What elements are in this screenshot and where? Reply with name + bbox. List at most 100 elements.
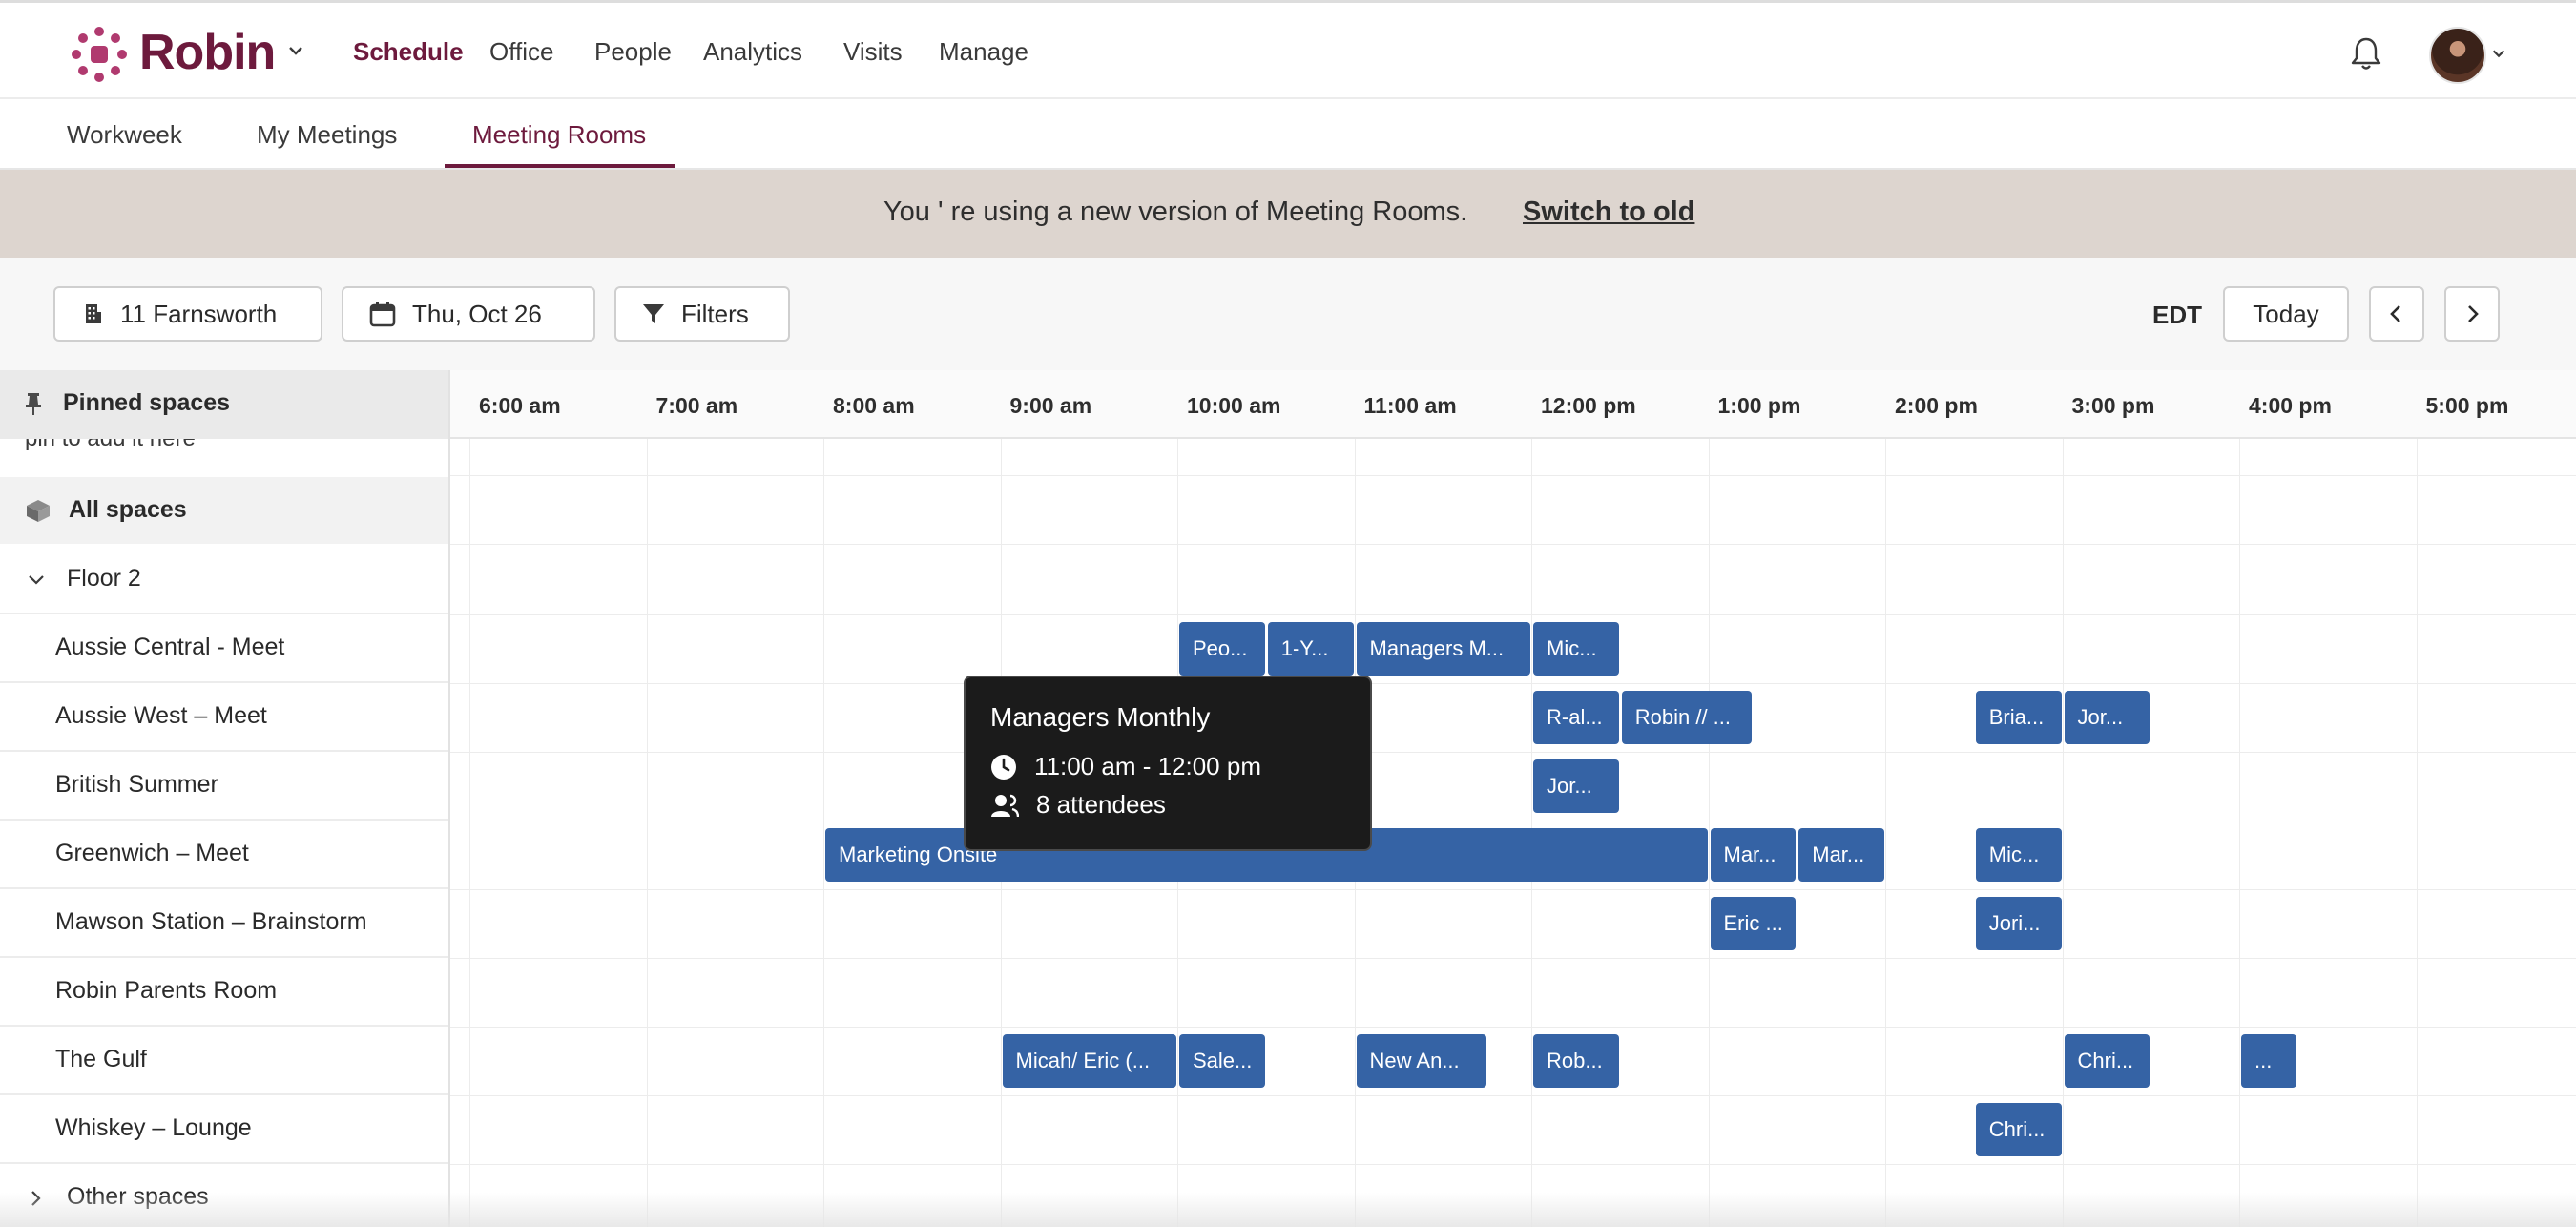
hour-label: 12:00 pm — [1541, 393, 1636, 418]
meeting-event[interactable]: Mic... — [1533, 622, 1619, 676]
room-row[interactable]: Aussie Central - Meet — [0, 614, 448, 683]
meeting-event[interactable]: Eric ... — [1710, 897, 1797, 950]
timeline-grid: 6:00 am 7:00 am 8:00 am 9:00 am 10:00 am 11:0… — [450, 370, 2576, 1227]
meeting-event[interactable]: Chri... — [1975, 1103, 2062, 1156]
meeting-event[interactable]: Mar... — [1710, 828, 1797, 882]
tab-meeting-rooms[interactable]: Meeting Rooms — [472, 120, 646, 150]
toolbar: 11 Farnsworth Thu, Oct 26 Filters EDT To… — [0, 258, 2576, 370]
chevron-right-icon — [2468, 305, 2479, 322]
nav-analytics[interactable]: Analytics — [703, 37, 802, 67]
hour-gridline — [823, 439, 824, 1227]
meeting-event[interactable]: Jor... — [1533, 759, 1619, 813]
timezone-label: EDT — [2152, 301, 2202, 329]
schedule-tabs: Workweek My Meetings Meeting Rooms — [0, 99, 2576, 170]
room-row[interactable]: Aussie West – Meet — [0, 683, 448, 752]
room-name: Whiskey – Lounge — [55, 1114, 252, 1141]
meeting-event[interactable]: Sale... — [1179, 1034, 1265, 1088]
room-row[interactable]: British Summer — [0, 752, 448, 821]
notification-bell-icon[interactable] — [2349, 35, 2383, 72]
tooltip-time: 11:00 am - 12:00 pm — [1034, 752, 1261, 780]
hour-gridline — [646, 439, 648, 1227]
room-row[interactable]: The Gulf — [0, 1027, 448, 1095]
brand-name[interactable]: Robin — [139, 24, 276, 81]
all-spaces-row[interactable]: All spaces — [0, 477, 448, 544]
nav-manage[interactable]: Manage — [939, 37, 1028, 67]
tooltip-attendees: 8 attendees — [1036, 790, 1166, 819]
switch-to-old-link[interactable]: Switch to old — [1523, 197, 1694, 228]
tooltip-attendees-row: 8 attendees — [990, 790, 1166, 820]
row-gridline — [450, 475, 2576, 476]
timeline-header: 6:00 am 7:00 am 8:00 am 9:00 am 10:00 am 11:0… — [450, 370, 2576, 439]
hour-label: 1:00 pm — [1717, 393, 1801, 418]
row-gridline — [450, 683, 2576, 684]
filters-button[interactable]: Filters — [614, 286, 790, 342]
hour-gridline — [2239, 439, 2240, 1227]
room-name: Greenwich – Meet — [55, 840, 249, 866]
date-picker-button[interactable]: Thu, Oct 26 — [342, 286, 595, 342]
location-button[interactable]: 11 Farnsworth — [53, 286, 322, 342]
hour-label: 9:00 am — [1009, 393, 1092, 418]
event-tooltip: Managers Monthly 11:00 am - 12:00 pm 8 a… — [964, 676, 1372, 851]
row-gridline — [450, 1164, 2576, 1165]
hour-label: 2:00 pm — [1895, 393, 1978, 418]
room-row[interactable]: Greenwich – Meet — [0, 821, 448, 889]
tooltip-time-row: 11:00 am - 12:00 pm — [990, 752, 1261, 781]
floor-2-toggle[interactable]: Floor 2 — [0, 546, 448, 614]
meeting-event[interactable]: Mar... — [1798, 828, 1884, 882]
row-gridline — [450, 752, 2576, 753]
nav-people[interactable]: People — [594, 37, 672, 67]
chevron-down-icon[interactable] — [2490, 45, 2507, 62]
hour-gridline — [2062, 439, 2064, 1227]
row-gridline — [450, 614, 2576, 615]
active-tab-indicator — [445, 164, 675, 168]
other-spaces-label: Other spaces — [67, 1183, 209, 1210]
meeting-event[interactable]: Jori... — [1975, 897, 2062, 950]
user-avatar[interactable] — [2429, 27, 2486, 84]
other-spaces-toggle[interactable]: Other spaces — [0, 1164, 448, 1227]
hour-gridline — [469, 439, 470, 1227]
chevron-down-icon — [29, 575, 44, 585]
room-row[interactable]: Whiskey – Lounge — [0, 1095, 448, 1164]
cube-icon — [27, 500, 50, 522]
meeting-event[interactable]: R-al... — [1533, 691, 1619, 744]
hour-gridline — [1885, 439, 1886, 1227]
nav-schedule[interactable]: Schedule — [353, 37, 464, 67]
chevron-down-icon[interactable] — [286, 41, 305, 60]
nav-office[interactable]: Office — [489, 37, 553, 67]
meeting-event[interactable]: Peo... — [1179, 622, 1265, 676]
nav-visits[interactable]: Visits — [843, 37, 903, 67]
tab-my-meetings[interactable]: My Meetings — [257, 120, 397, 150]
robin-logo-icon[interactable] — [71, 26, 128, 83]
attendees-icon — [991, 794, 1019, 817]
room-name: Aussie West – Meet — [55, 702, 267, 729]
hour-label: 3:00 pm — [2071, 393, 2155, 418]
spaces-sidebar: pin to add it here Pinned spaces All spa… — [0, 370, 450, 1227]
room-row[interactable]: Robin Parents Room — [0, 958, 448, 1027]
building-icon — [86, 304, 101, 323]
room-name: The Gulf — [55, 1046, 147, 1072]
meeting-event[interactable]: Chri... — [2064, 1034, 2150, 1088]
room-name: Mawson Station – Brainstorm — [55, 908, 367, 935]
pinned-spaces-label: Pinned spaces — [63, 389, 231, 416]
tab-workweek[interactable]: Workweek — [67, 120, 182, 150]
meeting-event[interactable]: 1-Y... — [1267, 622, 1354, 676]
meeting-event[interactable]: Robin // ... — [1621, 691, 1752, 744]
room-row[interactable]: Mawson Station – Brainstorm — [0, 889, 448, 958]
meeting-event[interactable]: Micah/ Eric (... — [1002, 1034, 1176, 1088]
all-spaces-label: All spaces — [69, 496, 187, 523]
row-gridline — [450, 1027, 2576, 1028]
meeting-event[interactable]: Rob... — [1533, 1034, 1619, 1088]
top-navigation: Robin Schedule Office People Analytics V… — [0, 0, 2576, 99]
hour-label: 5:00 pm — [2425, 393, 2509, 418]
meeting-event[interactable]: New An... — [1356, 1034, 1486, 1088]
room-name: Aussie Central - Meet — [55, 634, 285, 660]
previous-day-button[interactable] — [2369, 286, 2424, 342]
meeting-event[interactable]: Bria... — [1975, 691, 2062, 744]
meeting-event[interactable]: Managers M... — [1356, 622, 1530, 676]
next-day-button[interactable] — [2444, 286, 2500, 342]
hour-label: 4:00 pm — [2249, 393, 2332, 418]
meeting-event[interactable]: Jor... — [2064, 691, 2150, 744]
meeting-event[interactable]: Mic... — [1975, 828, 2062, 882]
meeting-event[interactable]: ... — [2241, 1034, 2297, 1088]
today-button[interactable]: Today — [2223, 286, 2349, 342]
